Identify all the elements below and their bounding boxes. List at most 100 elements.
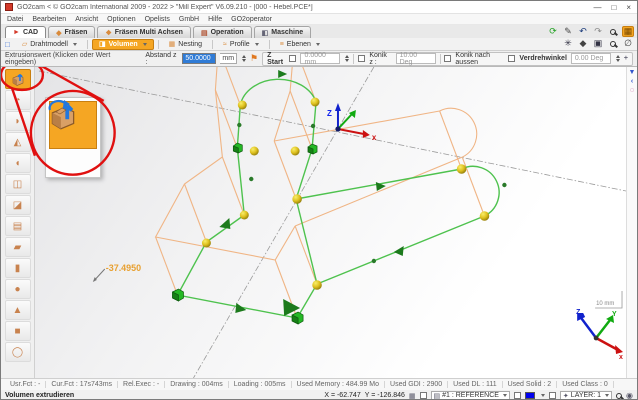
midpoint-markers[interactable] xyxy=(237,123,506,263)
chevron-down-icon xyxy=(316,43,320,46)
tab-operation[interactable]: ▤ Operation xyxy=(193,26,252,38)
konik-aussen-checkbox[interactable] xyxy=(444,55,451,62)
tray-icon[interactable]: ▣ xyxy=(592,38,604,49)
sidebar-cube-button[interactable]: ■ xyxy=(5,321,31,341)
parameter-toolbar: Extrusionswert (Klicken oder Wert eingeb… xyxy=(1,51,637,67)
viewport[interactable]: Z x -37.4950 10 mm xyxy=(35,67,626,378)
reference-select[interactable]: ▤ #1 : REFERENCE xyxy=(431,391,510,400)
zstart-stepper[interactable] xyxy=(345,55,349,62)
menu-ansicht[interactable]: Ansicht xyxy=(75,16,98,23)
sidebar-torus-button[interactable]: ◯ xyxy=(5,342,31,362)
sidebar-revolve-button[interactable]: ◔ xyxy=(5,90,31,110)
verdreh-value[interactable]: 0.00 Deg xyxy=(571,53,611,64)
sidebar-rib-button[interactable]: ▰ xyxy=(5,237,31,257)
menu-datei[interactable]: Datei xyxy=(7,16,23,23)
ink-icon[interactable]: ◆ xyxy=(577,38,589,49)
menu-go2operator[interactable]: GO2operator xyxy=(231,16,272,23)
konik-checkbox[interactable] xyxy=(358,55,365,62)
ribbon-drahtmodell[interactable]: ▱ Drahtmodell xyxy=(16,39,83,50)
menu-hilfe[interactable]: Hilfe xyxy=(208,16,222,23)
zoom-status-icon[interactable] xyxy=(616,393,622,399)
target-icon[interactable]: ◉ xyxy=(626,391,633,400)
abstand-stepper[interactable] xyxy=(242,55,246,62)
verdreh-checkbox[interactable] xyxy=(508,55,515,62)
tab-cad[interactable]: ► CAD xyxy=(5,26,46,38)
menu-bar: Datei Bearbeiten Ansicht Optionen Opelis… xyxy=(1,14,637,25)
hide-entities-icon[interactable]: ∅ xyxy=(622,38,634,49)
chevron-down-icon xyxy=(143,43,147,46)
pick-icon[interactable]: ◌ xyxy=(630,87,634,94)
tab-fraesen[interactable]: ◆ Fräsen xyxy=(48,26,95,38)
undo-icon[interactable]: ↶ xyxy=(577,26,589,37)
flyout-revolve-button[interactable] xyxy=(49,152,77,174)
sidebar-cylinder-button[interactable]: ▮ xyxy=(5,258,31,278)
konik-value[interactable]: 10.00 Deg xyxy=(396,53,436,64)
revolve-icon-small xyxy=(46,98,70,116)
sidebar-loft-button[interactable]: ◭ xyxy=(5,132,31,152)
maximize-button[interactable]: □ xyxy=(611,3,616,12)
chevron-down-icon xyxy=(605,394,609,397)
sidebar-sweep-button[interactable]: ◗ xyxy=(5,111,31,131)
viewport-canvas[interactable]: Z x -37.4950 10 mm xyxy=(35,67,626,378)
fraesen-icon: ◆ xyxy=(56,29,61,37)
apply-icon[interactable]: + xyxy=(624,55,628,62)
ribbon-ebenen[interactable]: ≡ Ebenen xyxy=(274,39,326,50)
abstand-input[interactable]: 50.0000 xyxy=(182,53,216,64)
construction-lines xyxy=(39,67,626,378)
sidebar-cone-button[interactable]: ▲ xyxy=(5,300,31,320)
tab-maschine[interactable]: ◧ Maschine xyxy=(254,26,312,38)
shell-icon: ▤ xyxy=(13,221,22,232)
grid-icon[interactable]: ▦ xyxy=(409,392,416,400)
verdreh-stepper[interactable] xyxy=(616,55,620,62)
refresh-icon[interactable]: ⟳ xyxy=(547,26,559,37)
cube-points[interactable] xyxy=(173,143,318,324)
menu-gmbh[interactable]: GmbH xyxy=(179,16,199,23)
direction-flag-icon[interactable]: ⚑ xyxy=(250,53,258,64)
zstart-checkbox[interactable] xyxy=(289,55,296,62)
extrude-options-group: Z Start 0.0000 mm Konik z : 10.00 Deg Ko… xyxy=(262,52,633,66)
sidebar-pipe-button[interactable]: ◖ xyxy=(5,153,31,173)
layer-select[interactable]: ✦ LAYER: 1 xyxy=(560,391,612,400)
key-points[interactable] xyxy=(202,98,489,290)
volumen-label: Volumen xyxy=(109,41,138,48)
zoom-window-icon[interactable] xyxy=(607,38,619,49)
calculator-icon[interactable]: ▦ xyxy=(622,26,634,37)
minimize-button[interactable]: — xyxy=(593,3,601,12)
chevron-down-icon xyxy=(541,394,545,397)
sidebar-boolean-button[interactable]: ◫ xyxy=(5,174,31,194)
color-checkbox[interactable] xyxy=(514,392,521,399)
redo-icon[interactable]: ↷ xyxy=(592,26,604,37)
ribbon-profile[interactable]: ≈ Profile xyxy=(217,39,265,50)
sidebar-fillet-button[interactable]: ◪ xyxy=(5,195,31,215)
new-page-icon[interactable]: □ xyxy=(5,40,10,49)
sidebar-sphere-button[interactable]: ● xyxy=(5,279,31,299)
divider xyxy=(269,40,270,49)
cylinder-icon: ▮ xyxy=(15,263,21,274)
menu-opelists[interactable]: Opelists xyxy=(145,16,170,23)
filter-icon[interactable]: ▼ xyxy=(629,69,636,76)
color-swatch[interactable] xyxy=(525,392,535,399)
used-memory: Used Memory : 484.99 Mo xyxy=(292,381,385,388)
fillet-icon: ◪ xyxy=(13,200,22,211)
sidebar-extrude-button[interactable] xyxy=(5,69,31,89)
sidebar-shell-button[interactable]: ▤ xyxy=(5,216,31,236)
ribbon-nesting[interactable]: ▦ Nesting xyxy=(163,39,208,50)
nesting-icon: ▦ xyxy=(169,40,176,48)
layer-checkbox[interactable] xyxy=(549,392,556,399)
drawing-time: Drawing : 004ms xyxy=(165,381,229,388)
menu-bearbeiten[interactable]: Bearbeiten xyxy=(32,16,66,23)
verdreh-label: Verdrehwinkel xyxy=(519,55,566,62)
close-button[interactable]: × xyxy=(626,3,631,12)
ribbon-volumen[interactable]: ◨ Volumen xyxy=(92,39,154,50)
zoom-icon[interactable] xyxy=(607,26,619,37)
stamp-icon[interactable]: ✎ xyxy=(562,26,574,37)
render-settings-icon[interactable]: ✳ xyxy=(562,38,574,49)
boolean-icon: ◫ xyxy=(13,179,22,190)
reference-checkbox[interactable] xyxy=(420,392,427,399)
menu-optionen[interactable]: Optionen xyxy=(107,16,135,23)
tab-fraesen-multi-achsen[interactable]: ❖ Fräsen Multi Achsen xyxy=(97,26,190,38)
window-title: GO2cam < © GO2cam International 2009 - 2… xyxy=(17,4,593,11)
zstart-value[interactable]: 0.0000 mm xyxy=(300,53,340,64)
nesting-label: Nesting xyxy=(178,41,202,48)
collapse-icon[interactable]: ‹ xyxy=(631,78,633,85)
